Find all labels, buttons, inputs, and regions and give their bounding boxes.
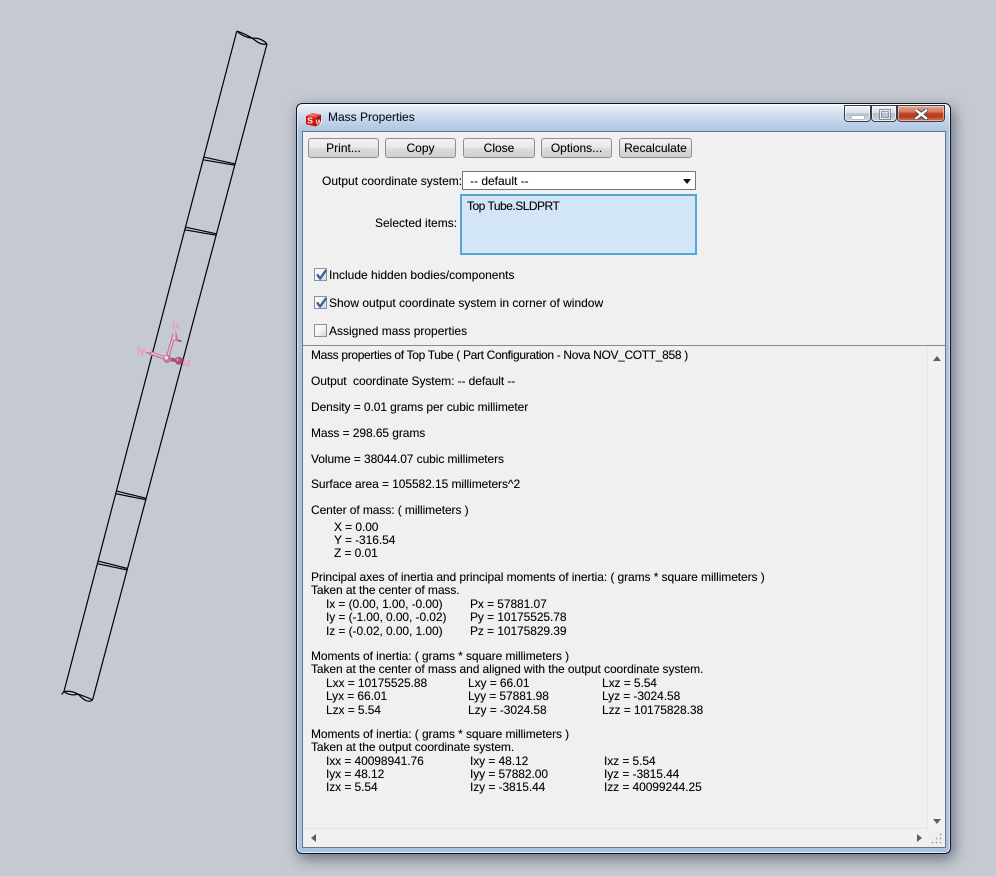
svg-text:Ix: Ix [172,320,181,332]
svg-text:S: S [307,116,313,126]
svg-text:W: W [316,119,322,126]
svg-text:Iz: Iz [183,357,191,369]
svg-text:Iy: Iy [137,345,146,357]
